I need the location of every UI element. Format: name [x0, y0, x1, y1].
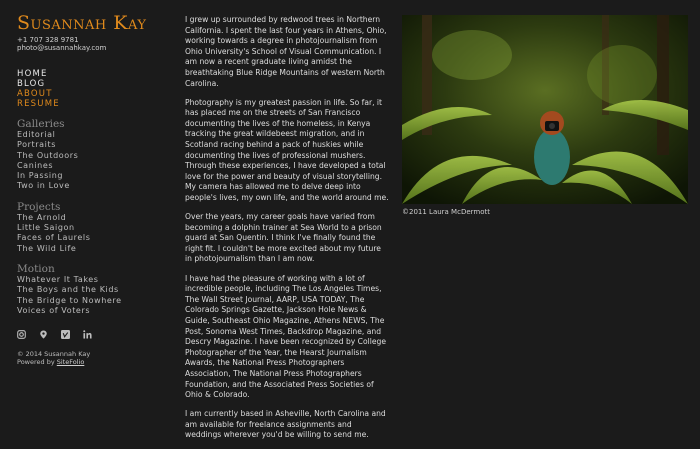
galleries-section: Galleries Editorial Portraits The Outdoo… [17, 118, 167, 192]
instagram-icon[interactable] [17, 330, 26, 339]
project-link-little-saigon[interactable]: Little Saigon [17, 223, 167, 233]
photo-caption: ©2011 Laura McDermott [402, 208, 490, 216]
projects-section: Projects The Arnold Little Saigon Faces … [17, 201, 167, 254]
motion-heading: Motion [17, 262, 55, 275]
social-links [17, 330, 167, 340]
projects-heading: Projects [17, 200, 61, 213]
nav-about[interactable]: ABOUT [17, 89, 167, 99]
vimeo-icon[interactable] [61, 330, 70, 340]
motion-section: Motion Whatever It Takes The Boys and th… [17, 263, 167, 316]
portrait-photo [402, 15, 688, 204]
sidebar: Susannah Kay +1 707 328 9781 photo@susan… [17, 13, 167, 367]
sitefolio-link[interactable]: SiteFolio [57, 358, 85, 366]
nav-blog[interactable]: BLOG [17, 79, 167, 89]
gallery-link-portraits[interactable]: Portraits [17, 140, 167, 150]
gallery-link-canines[interactable]: Canines [17, 161, 167, 171]
bio-paragraph: I am currently based in Asheville, North… [185, 409, 386, 440]
email-link[interactable]: photo@susannahkay.com [17, 44, 106, 52]
motion-link-voices-of-voters[interactable]: Voices of Voters [17, 306, 167, 316]
copyright: © 2014 Susannah Kay [17, 350, 91, 359]
bio-paragraph: Over the years, my career goals have var… [185, 212, 382, 264]
site-title[interactable]: Susannah Kay [17, 13, 167, 34]
gallery-link-two-in-love[interactable]: Two in Love [17, 181, 167, 191]
nav-home[interactable]: HOME [17, 69, 167, 79]
motion-link-bridge-to-nowhere[interactable]: The Bridge to Nowhere [17, 296, 167, 306]
phone-number: +1 707 328 9781 [17, 36, 79, 44]
bio-paragraph: Photography is my greatest passion in li… [185, 97, 389, 202]
gallery-link-outdoors[interactable]: The Outdoors [17, 151, 167, 161]
bio-text: I grew up surrounded by redwood trees in… [185, 15, 390, 449]
location-icon[interactable] [39, 330, 48, 339]
footer: © 2014 Susannah Kay Powered by SiteFolio [17, 350, 167, 366]
gallery-link-in-passing[interactable]: In Passing [17, 171, 167, 181]
project-link-faces-of-laurels[interactable]: Faces of Laurels [17, 233, 167, 243]
main-nav: HOME BLOG ABOUT RESUME [17, 69, 167, 109]
motion-link-boys-and-kids[interactable]: The Boys and the Kids [17, 285, 167, 295]
galleries-heading: Galleries [17, 118, 65, 130]
bio-paragraph: I grew up surrounded by redwood trees in… [185, 15, 387, 88]
project-link-wild-life[interactable]: The Wild Life [17, 244, 167, 254]
bio-paragraph: I have had the pleasure of working with … [185, 273, 387, 400]
contact-info: +1 707 328 9781 photo@susannahkay.com [17, 36, 167, 52]
project-link-arnold[interactable]: The Arnold [17, 213, 167, 223]
powered-by-text: Powered by [17, 358, 57, 367]
motion-link-whatever-it-takes[interactable]: Whatever It Takes [17, 275, 167, 285]
powered-by: Powered by SiteFolio [17, 358, 167, 366]
gallery-link-editorial[interactable]: Editorial [17, 130, 167, 140]
nav-resume[interactable]: RESUME [17, 99, 167, 109]
linkedin-icon[interactable] [83, 330, 92, 339]
